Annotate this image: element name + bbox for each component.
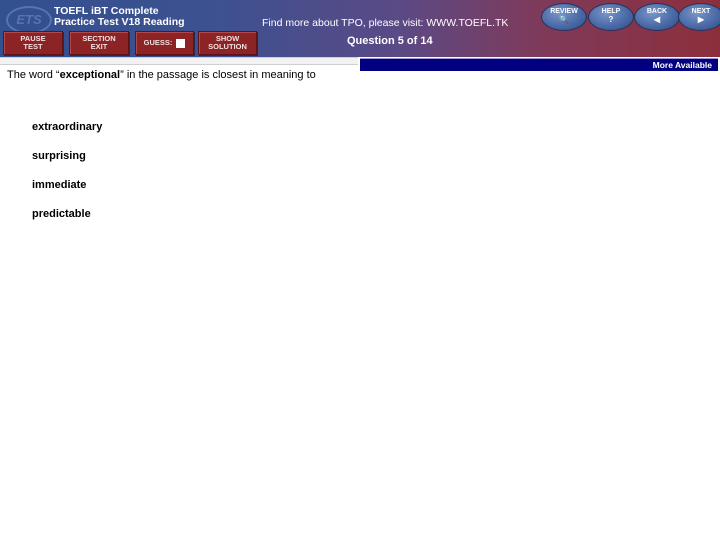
show-solution-button[interactable]: SHOW SOLUTION [198, 31, 257, 55]
help-button[interactable]: HELP ? [588, 3, 634, 31]
question-prompt: The word “exceptional” in the passage is… [7, 69, 316, 81]
more-available-label: More Available [652, 60, 712, 70]
ets-logo: ETS [6, 6, 52, 34]
answer-option-1[interactable]: extraordinary [32, 121, 102, 133]
guess-checkbox[interactable] [176, 38, 186, 48]
help-label: HELP [601, 8, 621, 15]
pause-test-button[interactable]: PAUSE TEST [3, 31, 63, 55]
promo-text: Find more about TPO, please visit: WWW.T… [262, 17, 509, 29]
question-counter: Question 5 of 14 [347, 35, 433, 47]
question-suffix: ” in the passage is closest in meaning t… [120, 69, 316, 81]
answer-option-4[interactable]: predictable [32, 208, 91, 220]
guess-toggle[interactable]: GUESS: [135, 31, 194, 55]
next-label: NEXT [691, 8, 711, 15]
answer-option-3[interactable]: immediate [32, 179, 86, 191]
app-title: TOEFL iBT Complete Practice Test V18 Rea… [54, 6, 185, 28]
question-prefix: The word “ [7, 69, 60, 81]
show-label-2: SOLUTION [208, 42, 247, 51]
section-label-2: EXIT [90, 42, 108, 51]
question-keyword: exceptional [59, 69, 121, 81]
arrow-right-icon: ▶ [697, 15, 705, 24]
question-pane-divider [0, 57, 358, 65]
section-exit-button[interactable]: SECTION EXIT [69, 31, 129, 55]
arrow-left-icon: ◀ [653, 15, 661, 24]
pause-label-2: TEST [23, 42, 43, 51]
answer-option-2[interactable]: surprising [32, 150, 86, 162]
back-button[interactable]: BACK ◀ [634, 3, 680, 31]
review-label: REVIEW [550, 8, 578, 15]
next-button[interactable]: NEXT ▶ [678, 3, 720, 31]
magnifier-icon: 🔍 [559, 15, 569, 24]
passage-more-available-bar: More Available [360, 58, 718, 71]
question-mark-icon: ? [608, 15, 614, 24]
review-button[interactable]: REVIEW 🔍 [541, 3, 587, 31]
app-title-line2: Practice Test V18 Reading [54, 16, 185, 28]
guess-label: GUESS: [143, 38, 173, 47]
back-label: BACK [646, 8, 668, 15]
header-bar: ETS TOEFL iBT Complete Practice Test V18… [0, 0, 720, 57]
